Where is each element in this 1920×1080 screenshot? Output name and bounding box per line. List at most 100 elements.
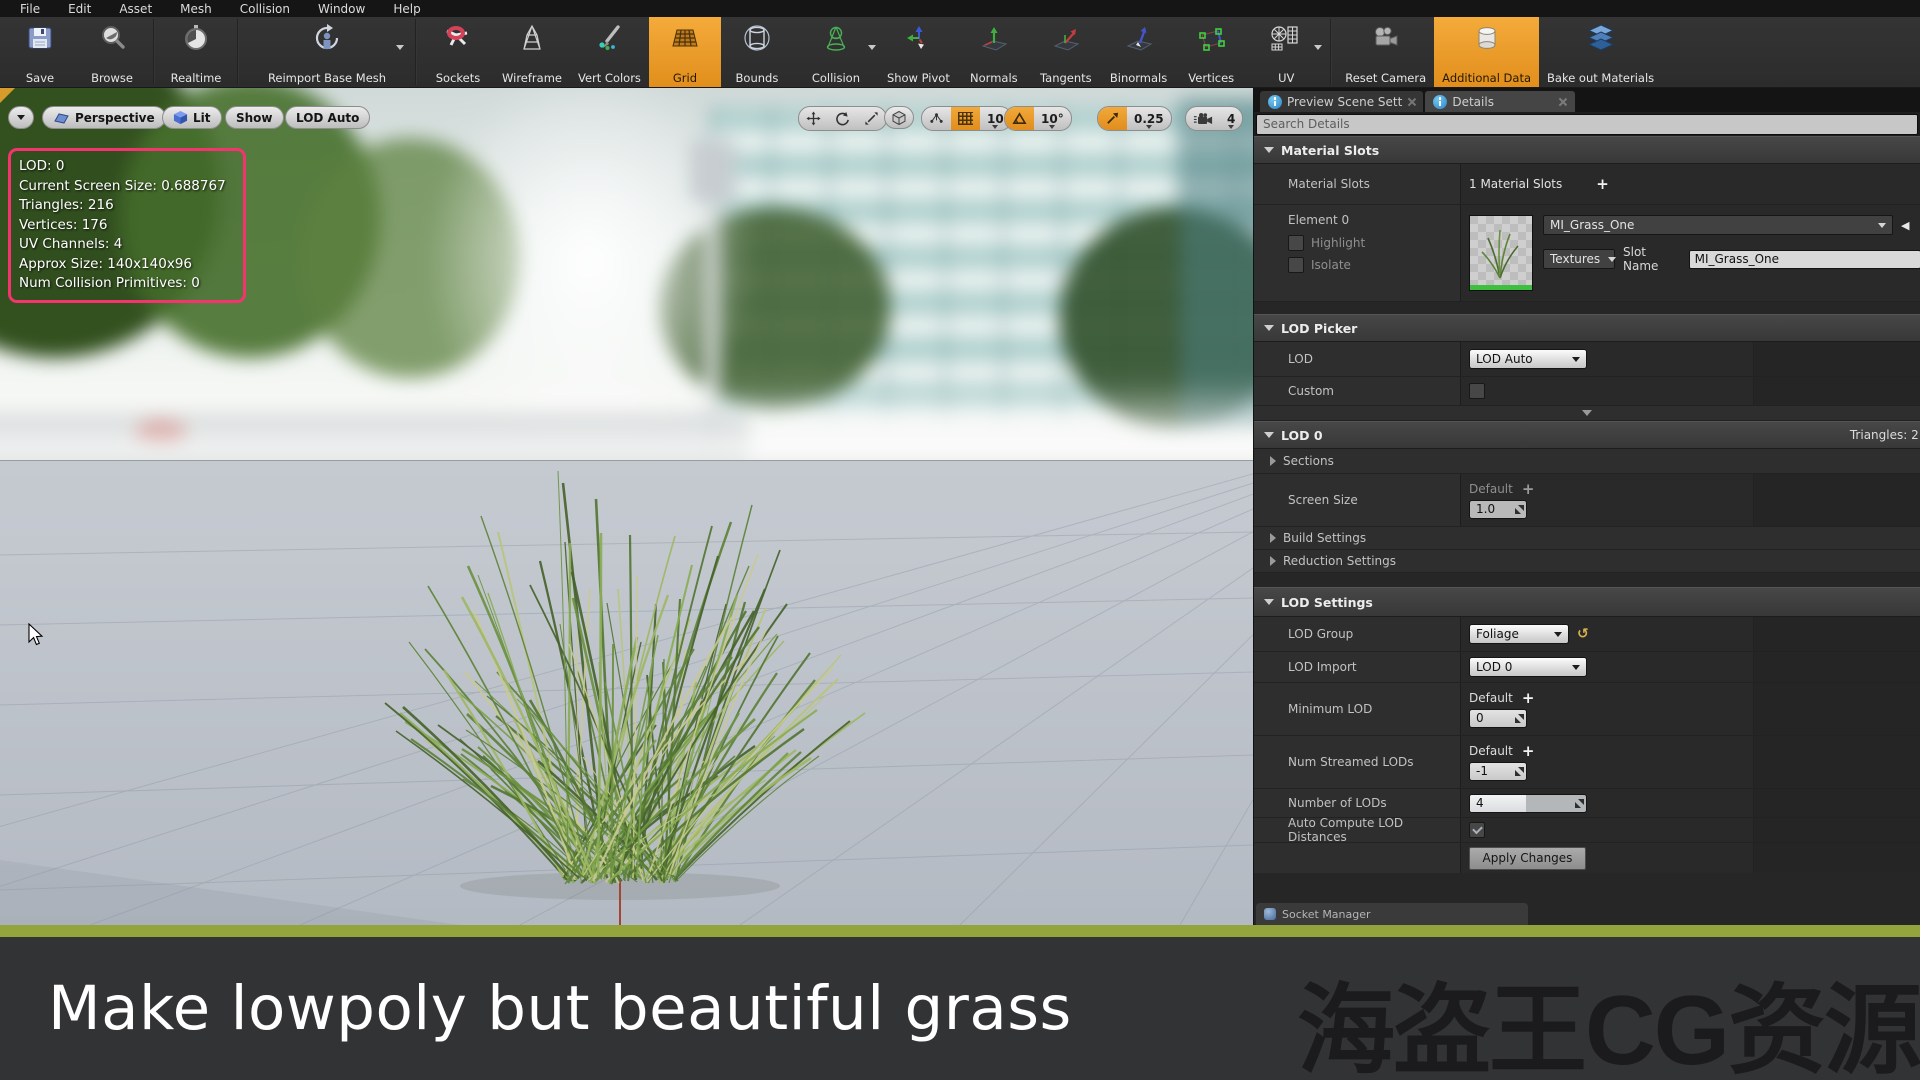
camera-speed-button[interactable] xyxy=(1186,107,1220,130)
lod-auto-button[interactable]: LOD Auto xyxy=(285,106,370,129)
reimport-base-mesh-button[interactable]: Reimport Base Mesh xyxy=(244,17,410,87)
show-pivot-button[interactable]: Show Pivot xyxy=(879,17,958,87)
lod-import-dropdown[interactable]: LOD 0 xyxy=(1469,657,1587,677)
minimum-lod-input[interactable]: 0 xyxy=(1469,709,1527,728)
main-toolbar: Save Browse Realtime Reimport Base Mesh xyxy=(0,17,1920,88)
angle-snap-group: 10° xyxy=(1004,106,1072,131)
reset-to-default-icon[interactable]: ↺ xyxy=(1577,626,1589,642)
binormals-button[interactable]: Binormals xyxy=(1102,17,1175,87)
lit-mode-button[interactable]: Lit xyxy=(162,106,222,129)
bake-out-materials-button[interactable]: Bake out Materials xyxy=(1539,17,1662,87)
lod-dropdown[interactable]: LOD Auto xyxy=(1469,349,1587,369)
textures-dropdown[interactable]: Textures xyxy=(1543,249,1615,269)
lod-group-dropdown[interactable]: Foliage xyxy=(1469,624,1569,644)
build-settings-row[interactable]: Build Settings xyxy=(1254,527,1920,550)
scale-tool-button[interactable] xyxy=(857,107,886,130)
rotate-tool-button[interactable] xyxy=(828,107,857,130)
menu-window[interactable]: Window xyxy=(304,2,379,16)
stat-vertices: Vertices: 176 xyxy=(19,216,235,236)
vert-colors-button[interactable]: Vert Colors xyxy=(570,17,649,87)
chevron-down-icon[interactable] xyxy=(868,45,876,50)
menu-bar: File Edit Asset Mesh Collision Window He… xyxy=(0,0,1920,17)
normals-button[interactable]: Normals xyxy=(958,17,1030,87)
drag-handle-icon[interactable] xyxy=(1575,799,1584,808)
sections-row[interactable]: Sections xyxy=(1254,449,1920,474)
surface-snap-button[interactable] xyxy=(922,107,951,130)
tangents-button[interactable]: Tangents xyxy=(1030,17,1102,87)
close-icon[interactable] xyxy=(1559,98,1567,106)
menu-mesh[interactable]: Mesh xyxy=(166,2,226,16)
additional-data-button[interactable]: Additional Data xyxy=(1434,17,1539,87)
section-lod0[interactable]: LOD 0 Triangles: 216 xyxy=(1254,421,1920,449)
browse-button[interactable]: Browse xyxy=(76,17,148,87)
uv-button[interactable]: UV xyxy=(1247,17,1325,87)
tangents-label: Tangents xyxy=(1040,71,1092,85)
grid-snap-toggle[interactable] xyxy=(951,107,980,130)
collision-button[interactable]: Collision xyxy=(793,17,879,87)
auto-compute-checkbox[interactable] xyxy=(1469,822,1485,838)
reset-camera-button[interactable]: Reset Camera xyxy=(1337,17,1434,87)
isolate-checkbox[interactable] xyxy=(1288,257,1304,273)
menu-asset[interactable]: Asset xyxy=(105,2,166,16)
close-icon[interactable] xyxy=(1407,98,1415,106)
viewport[interactable]: Perspective Lit Show LOD Auto xyxy=(0,88,1253,925)
material-thumbnail[interactable] xyxy=(1469,215,1533,291)
show-menu-button[interactable]: Show xyxy=(225,106,284,129)
apply-changes-button[interactable]: Apply Changes xyxy=(1469,847,1586,870)
tab-details[interactable]: Details xyxy=(1425,91,1575,112)
perspective-button[interactable]: Perspective xyxy=(42,106,166,129)
section-material-slots[interactable]: Material Slots xyxy=(1254,136,1920,164)
section-lod-picker[interactable]: LOD Picker xyxy=(1254,314,1920,342)
custom-checkbox[interactable] xyxy=(1469,383,1485,399)
menu-edit[interactable]: Edit xyxy=(54,2,105,16)
expander-splitter[interactable] xyxy=(1254,406,1920,421)
scale-snap-value[interactable]: 0.25 xyxy=(1127,107,1171,130)
save-button[interactable]: Save xyxy=(4,17,76,87)
add-num-streamed-button[interactable]: + xyxy=(1522,744,1535,759)
scale-snap-toggle[interactable] xyxy=(1098,107,1127,130)
camera-speed-value[interactable]: 4 xyxy=(1220,107,1242,130)
search-details-input[interactable] xyxy=(1256,114,1918,135)
number-of-lods-slider[interactable]: 4 xyxy=(1469,794,1587,813)
menu-help[interactable]: Help xyxy=(379,2,434,16)
drag-handle-icon[interactable] xyxy=(1515,505,1524,514)
screen-size-input[interactable]: 1.0 xyxy=(1469,500,1527,519)
coordinate-system-button[interactable] xyxy=(884,106,914,129)
highlight-checkbox[interactable] xyxy=(1288,235,1304,251)
slot-name-input[interactable] xyxy=(1689,250,1920,269)
angle-snap-toggle[interactable] xyxy=(1005,107,1034,130)
vertices-button[interactable]: Vertices xyxy=(1175,17,1247,87)
material-asset-dropdown[interactable]: MI_Grass_One xyxy=(1543,215,1893,235)
angle-snap-value[interactable]: 10° xyxy=(1034,107,1071,130)
num-streamed-lods-label: Num Streamed LODs xyxy=(1288,755,1414,769)
add-minimum-lod-button[interactable]: + xyxy=(1522,691,1535,706)
toolbar-separator xyxy=(415,19,417,85)
add-screen-size-button[interactable]: + xyxy=(1522,482,1535,497)
tab-socket-manager[interactable]: Socket Manager xyxy=(1256,903,1528,925)
drag-handle-icon[interactable] xyxy=(1515,714,1524,723)
realtime-button[interactable]: Realtime xyxy=(160,17,232,87)
reduction-settings-row[interactable]: Reduction Settings xyxy=(1254,550,1920,573)
tab-preview-scene-settings[interactable]: Preview Scene Sett xyxy=(1260,91,1423,112)
menu-file[interactable]: File xyxy=(6,2,54,16)
drag-handle-icon[interactable] xyxy=(1515,767,1524,776)
menu-collision[interactable]: Collision xyxy=(226,2,304,16)
translate-tool-button[interactable] xyxy=(799,107,828,130)
num-streamed-input[interactable]: -1 xyxy=(1469,762,1527,781)
lod-dropdown-value: LOD Auto xyxy=(1476,352,1533,366)
chevron-down-icon[interactable] xyxy=(1314,45,1322,50)
use-selected-asset-icon[interactable]: ◀ xyxy=(1901,219,1909,232)
section-lod-settings[interactable]: LOD Settings xyxy=(1254,587,1920,617)
grid-toggle-button[interactable]: Grid xyxy=(649,17,721,87)
collapsed-arrow-icon xyxy=(1270,456,1276,466)
wireframe-button[interactable]: Wireframe xyxy=(494,17,570,87)
viewport-options-button[interactable] xyxy=(8,106,34,129)
grass-mesh[interactable] xyxy=(330,448,910,925)
uv-label: UV xyxy=(1278,71,1294,85)
bounds-button[interactable]: Bounds xyxy=(721,17,793,87)
camera-speed-group: 4 xyxy=(1185,106,1243,131)
chevron-down-icon[interactable] xyxy=(396,45,404,50)
lod-row: LOD LOD Auto xyxy=(1254,342,1920,377)
sockets-button[interactable]: Sockets xyxy=(422,17,494,87)
add-material-slot-button[interactable]: + xyxy=(1596,177,1609,192)
